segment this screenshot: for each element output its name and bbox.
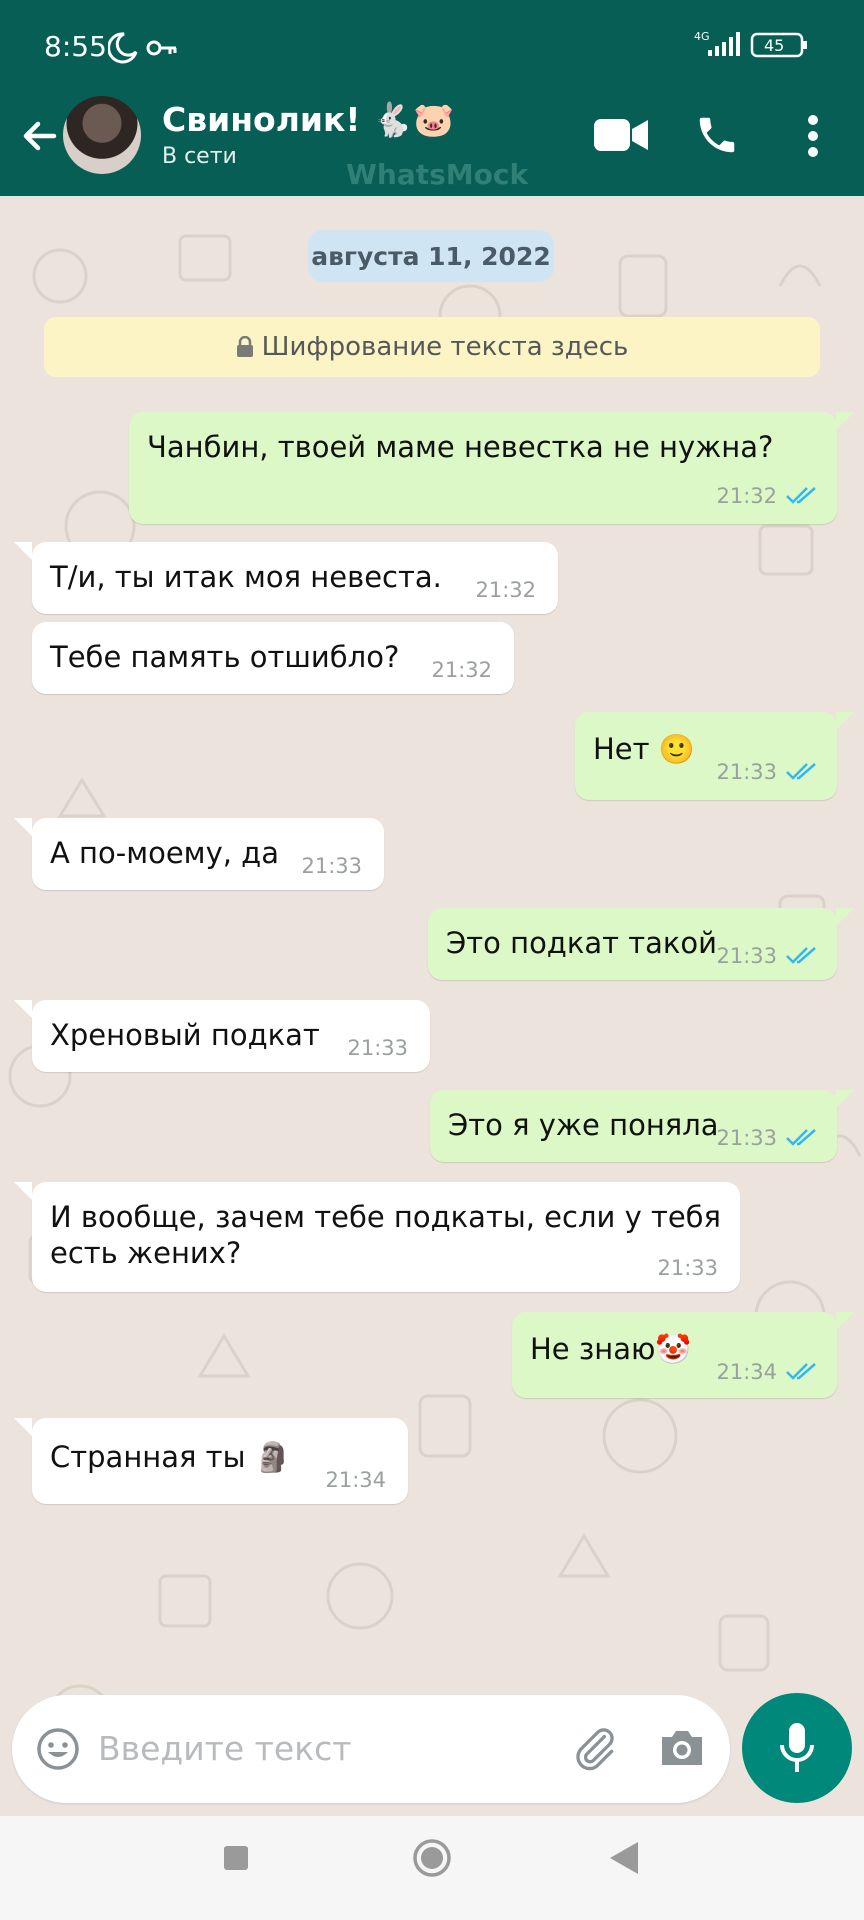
message-input-placeholder[interactable]: Введите текст xyxy=(98,1729,352,1768)
key-icon xyxy=(146,40,162,56)
date-label: августа 11, 2022 xyxy=(311,241,551,271)
message-text: Это подкат такой xyxy=(446,926,718,960)
message-incoming[interactable]: А по-моему, да 21:33 xyxy=(32,818,384,890)
more-vertical-icon[interactable] xyxy=(806,114,820,158)
emoji-icon[interactable] xyxy=(36,1727,80,1771)
bubble-tail xyxy=(14,818,32,836)
message-incoming[interactable]: Т/и, ты итак моя невеста. 21:32 xyxy=(32,542,558,614)
message-text: Чанбин, твоей маме невестка не нужна? xyxy=(147,430,774,464)
message-text: Не знаю🤡 xyxy=(530,1332,692,1366)
contact-status: В сети xyxy=(162,144,237,169)
bubble-tail xyxy=(836,908,854,926)
message-text: Тебе память отшибло? xyxy=(50,640,400,674)
lock-icon xyxy=(236,336,253,357)
message-text: Хреновый подкат xyxy=(50,1018,320,1052)
message-outgoing[interactable]: Это я уже поняла 21:33 xyxy=(430,1090,837,1162)
message-input-bar[interactable]: Введите текст xyxy=(12,1695,730,1803)
bubble-tail xyxy=(14,1182,32,1200)
message-time: 21:33 xyxy=(716,760,777,784)
back-nav-icon[interactable] xyxy=(608,1840,640,1876)
message-time: 21:33 xyxy=(716,944,777,968)
recents-icon[interactable] xyxy=(222,1844,250,1872)
message-text: Это я уже поняла xyxy=(448,1108,719,1142)
message-outgoing[interactable]: Чанбин, твоей маме невестка не нужна? 21… xyxy=(129,412,837,524)
network-label: 4G xyxy=(694,30,710,43)
message-text-line2: есть жених? xyxy=(50,1236,242,1270)
message-incoming[interactable]: Странная ты 🗿 21:34 xyxy=(32,1418,408,1504)
home-icon[interactable] xyxy=(412,1838,452,1878)
microphone-button[interactable] xyxy=(742,1693,852,1803)
message-time: 21:34 xyxy=(716,1360,777,1384)
message-time: 21:32 xyxy=(431,658,492,682)
date-separator: августа 11, 2022 xyxy=(308,230,554,282)
double-check-icon xyxy=(786,487,816,504)
video-camera-icon[interactable] xyxy=(594,117,648,153)
double-check-icon xyxy=(786,763,816,780)
message-time: 21:34 xyxy=(325,1468,386,1492)
message-time: 21:33 xyxy=(301,854,362,878)
message-outgoing[interactable]: Это подкат такой 21:33 xyxy=(428,908,837,980)
message-time: 21:32 xyxy=(475,578,536,602)
bubble-tail xyxy=(836,1312,854,1330)
message-text: А по-моему, да xyxy=(50,836,279,870)
system-navigation-bar xyxy=(0,1816,864,1920)
avatar[interactable] xyxy=(63,96,141,174)
message-incoming[interactable]: Хреновый подкат 21:33 xyxy=(32,1000,430,1072)
double-check-icon xyxy=(786,947,816,964)
message-outgoing[interactable]: Нет 🙂 21:33 xyxy=(575,712,837,800)
message-time: 21:32 xyxy=(716,484,777,508)
message-time: 21:33 xyxy=(657,1256,718,1280)
bubble-tail xyxy=(836,412,854,430)
bubble-tail xyxy=(14,1000,32,1018)
watermark: WhatsMock xyxy=(346,158,529,191)
arrow-left-icon[interactable] xyxy=(16,112,64,160)
status-time: 8:55 xyxy=(44,30,107,63)
signal-battery-icons: 4G 45 xyxy=(694,30,807,58)
chat-header: 8:55 4G 45 Свинолик! 🐇🐷 В сети WhatsMock xyxy=(0,0,864,196)
encryption-text: Шифрование текста здесь xyxy=(261,332,629,362)
paperclip-icon[interactable] xyxy=(570,1723,620,1773)
message-incoming[interactable]: И вообще, зачем тебе подкаты, если у теб… xyxy=(32,1182,740,1292)
encryption-notice[interactable]: Шифрование текста здесь xyxy=(44,317,820,377)
microphone-icon xyxy=(780,1723,814,1772)
bubble-tail xyxy=(836,1090,854,1108)
contact-name[interactable]: Свинолик! 🐇🐷 xyxy=(162,100,454,140)
bubble-tail xyxy=(14,542,32,560)
double-check-icon xyxy=(786,1363,816,1380)
message-incoming[interactable]: Тебе память отшибло? 21:32 xyxy=(32,622,514,694)
battery-level: 45 xyxy=(764,36,784,55)
status-icons xyxy=(108,32,177,64)
message-text: Т/и, ты итак моя невеста. xyxy=(50,560,442,594)
phone-icon[interactable] xyxy=(694,112,740,158)
moon-icon xyxy=(108,32,138,64)
message-time: 21:33 xyxy=(716,1126,777,1150)
message-time: 21:33 xyxy=(347,1036,408,1060)
bubble-tail xyxy=(14,1418,32,1436)
bubble-tail xyxy=(836,712,854,730)
double-check-icon xyxy=(786,1129,816,1146)
status-right: 4G 45 xyxy=(694,28,834,68)
message-text: Нет 🙂 xyxy=(593,732,695,766)
message-text: Странная ты 🗿 xyxy=(50,1440,291,1474)
message-outgoing[interactable]: Не знаю🤡 21:34 xyxy=(512,1312,837,1398)
camera-icon[interactable] xyxy=(658,1727,706,1769)
message-text-line1: И вообще, зачем тебе подкаты, если у теб… xyxy=(50,1200,722,1234)
